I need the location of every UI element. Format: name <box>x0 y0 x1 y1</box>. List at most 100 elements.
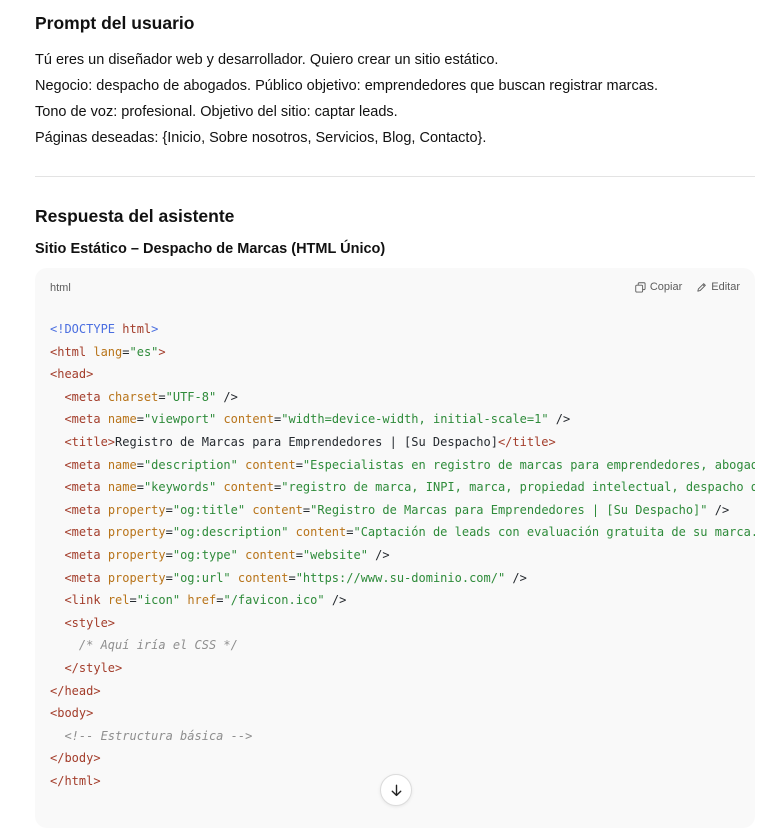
code-token: </head> <box>50 683 101 698</box>
code-token: href <box>187 593 217 608</box>
code-token: "og:description" <box>172 525 289 540</box>
code-token: <meta <box>64 480 108 495</box>
code-token: content <box>245 457 296 472</box>
code-token: /> <box>367 547 390 562</box>
code-token: "Registro de Marcas para Emprendedores |… <box>310 502 708 517</box>
code-token: /> <box>707 502 730 517</box>
code-token: Registro de Marcas para Emprendedores | … <box>115 434 498 449</box>
code-token: = <box>165 525 173 540</box>
code-line: <meta charset="UTF-8" /> <box>50 386 755 409</box>
code-line: <meta name="keywords" content="registro … <box>50 476 755 499</box>
code-token: = <box>158 389 166 404</box>
copy-button-label: Copiar <box>649 281 683 293</box>
code-token: <meta <box>64 547 108 562</box>
code-token: = <box>122 344 130 359</box>
code-token: /> <box>548 412 571 427</box>
code-token: "viewport" <box>143 412 217 427</box>
code-token: "Especialistas en registro de marcas par… <box>302 457 755 472</box>
code-token: "og:url" <box>172 570 231 585</box>
code-token: </html> <box>50 773 101 788</box>
code-token: <!DOCTYPE <box>50 322 123 336</box>
code-token: <meta <box>64 525 108 540</box>
code-token: = <box>165 570 173 585</box>
code-token: /> <box>505 570 527 585</box>
code-language-label: html <box>50 282 71 294</box>
prompt-line: Negocio: despacho de abogados. Público o… <box>35 78 659 94</box>
prompt-line: Tono de voz: profesional. Objetivo del s… <box>35 104 398 120</box>
section-divider <box>35 176 755 177</box>
prompt-line: Tú eres un diseñador web y desarrollador… <box>35 52 499 68</box>
code-token: = <box>165 547 173 562</box>
code-token: "es" <box>129 344 159 359</box>
code-token: content <box>252 502 303 517</box>
prompt-line: Páginas deseadas: {Inicio, Sobre nosotro… <box>35 130 487 146</box>
code-token: "og:title" <box>172 502 246 517</box>
code-line: <meta property="og:title" content="Regis… <box>50 499 755 522</box>
code-token: <style> <box>64 615 116 630</box>
code-token: = <box>295 457 303 472</box>
code-token: "UTF-8" <box>165 389 217 404</box>
code-token: = <box>165 502 173 517</box>
code-token: charset <box>107 389 159 404</box>
code-line: <html lang="es"> <box>50 341 755 364</box>
code-token: name <box>107 457 137 472</box>
code-token: /> <box>216 389 238 404</box>
code-token: "icon" <box>136 593 181 608</box>
code-token: = <box>136 412 144 427</box>
code-line: <!DOCTYPE html> <box>50 318 755 341</box>
code-toolbar: Copiar Editar <box>635 281 740 293</box>
code-token: <meta <box>64 389 108 404</box>
code-token: content <box>245 547 296 562</box>
pencil-icon <box>697 282 707 292</box>
code-line: <!-- Estructura básica --> <box>50 725 755 748</box>
code-token: = <box>136 457 144 472</box>
edit-button[interactable]: Editar <box>696 281 740 293</box>
code-token: = <box>288 570 296 585</box>
code-token: </style> <box>64 660 123 675</box>
code-block-header: html Copiar Editar <box>50 280 740 296</box>
code-token: > <box>158 344 166 359</box>
code-token: <link <box>64 593 108 608</box>
code-token: <body> <box>50 706 94 721</box>
answer-subtitle: Sitio Estático – Despacho de Marcas (HTM… <box>35 241 386 257</box>
code-token: /* Aquí iría el CSS */ <box>78 638 238 653</box>
code-line: <body> <box>50 702 755 725</box>
code-token: "keywords" <box>143 480 217 495</box>
code-line: <title>Registro de Marcas para Emprended… <box>50 431 755 454</box>
code-token: <meta <box>64 457 108 472</box>
code-line: </head> <box>50 680 755 703</box>
code-line: <meta property="og:description" content=… <box>50 521 755 544</box>
code-token: property <box>107 502 166 517</box>
scroll-down-button[interactable] <box>380 774 412 806</box>
code-token: "/favicon.ico" <box>223 593 325 608</box>
code-token: > <box>151 322 159 336</box>
code-line: <meta property="og:type" content="websit… <box>50 544 755 567</box>
code-token: lang <box>93 344 123 359</box>
code-token: "og:type" <box>172 547 238 562</box>
code-token: "width=device-width, initial-scale=1" <box>281 412 549 427</box>
code-line: <meta property="og:url" content="https:/… <box>50 567 755 590</box>
code-line: <meta name="description" content="Especi… <box>50 454 755 477</box>
code-token: = <box>136 480 144 495</box>
code-token: html <box>122 322 152 336</box>
code-token: <title> <box>64 434 116 449</box>
copy-button[interactable]: Copiar <box>635 281 682 293</box>
code-token: <html <box>50 344 94 359</box>
code-token: </title> <box>497 434 556 449</box>
code-token: = <box>295 547 303 562</box>
code-token: name <box>107 480 137 495</box>
code-token: /> <box>324 593 347 608</box>
code-token: property <box>107 525 166 540</box>
code-token: content <box>223 412 275 427</box>
